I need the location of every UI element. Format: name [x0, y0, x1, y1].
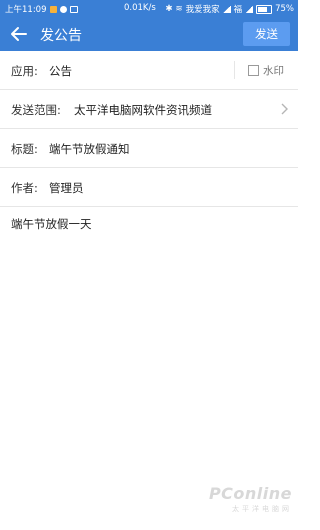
watermark-label: 水印	[263, 65, 284, 77]
status-right: ✱ ≋ 我爱我家 福 75%	[165, 3, 294, 15]
title-label: 标题:	[11, 142, 38, 156]
network-speed: 0.01K/s	[124, 3, 156, 13]
back-button[interactable]	[9, 24, 29, 44]
app-value: 公告	[49, 64, 72, 78]
author-label: 作者:	[11, 181, 38, 195]
status-time: 上午11:09	[5, 5, 47, 15]
signal-icon-2	[245, 5, 254, 13]
scope-value: 太平洋电脑网软件资讯频道	[74, 103, 212, 117]
bluetooth-icon: ✱	[165, 4, 173, 14]
app-row: 应用: 公告 水印	[0, 51, 298, 90]
title-row[interactable]: 标题: 端午节放假通知	[0, 129, 298, 168]
battery-icon	[256, 4, 273, 14]
watermark-checkbox[interactable]	[248, 65, 259, 76]
battery-level: 75%	[275, 4, 294, 14]
carrier-name-2: 福	[233, 5, 243, 15]
status-bar: 上午11:09 0.01K/s ✱ ≋ 我爱我家 福 75%	[0, 0, 298, 17]
title-bar: 发公告 发送	[0, 17, 298, 51]
brand-sub: 太平洋电脑网	[232, 505, 292, 513]
author-input[interactable]: 管理员	[49, 180, 84, 196]
send-button[interactable]: 发送	[243, 22, 290, 46]
wifi-icon: ≋	[175, 4, 183, 14]
row-divider	[234, 61, 235, 79]
chevron-right-icon	[281, 103, 288, 115]
author-row[interactable]: 作者: 管理员	[0, 168, 298, 207]
mail-icon	[69, 5, 78, 13]
brand-name: PConline	[208, 484, 292, 503]
qq-icon	[59, 5, 67, 13]
content-textarea[interactable]: 端午节放假一天	[11, 216, 92, 232]
carrier-name: 我爱我家	[185, 5, 220, 15]
title-input[interactable]: 端午节放假通知	[49, 141, 130, 157]
back-arrow-icon	[11, 27, 27, 41]
status-left: 上午11:09	[5, 3, 78, 15]
app-label: 应用:	[11, 64, 38, 78]
status-center: 0.01K/s	[124, 3, 156, 13]
brand-watermark: PConline 太平洋电脑网	[209, 484, 292, 514]
watermark-toggle[interactable]: 水印	[248, 63, 284, 78]
page-title: 发公告	[40, 28, 82, 44]
scope-row[interactable]: 发送范围: 太平洋电脑网软件资讯频道	[0, 90, 298, 129]
scope-label: 发送范围:	[11, 103, 61, 117]
notification-icon	[49, 5, 57, 13]
signal-icon	[222, 5, 231, 13]
